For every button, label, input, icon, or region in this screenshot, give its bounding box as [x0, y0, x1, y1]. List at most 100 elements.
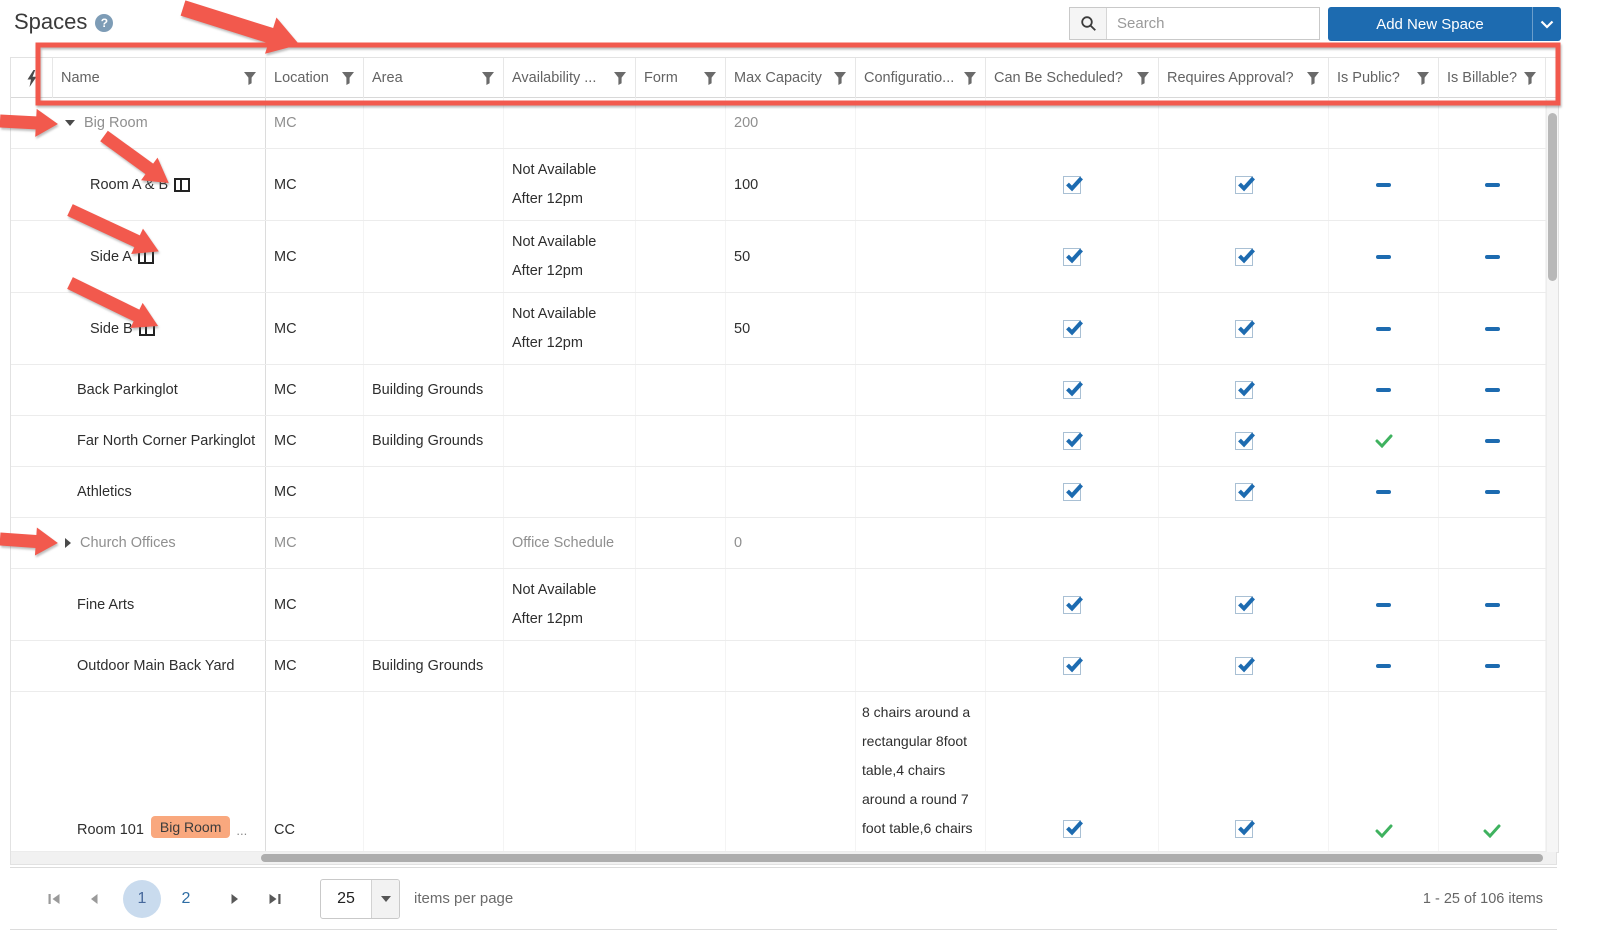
- table-row-athletics: Athletics MC: [11, 467, 1558, 518]
- table-row-side-b: Side B MC Not Available After 12pm 50: [11, 293, 1558, 365]
- filter-icon[interactable]: [481, 71, 495, 85]
- column-header-is-billable[interactable]: Is Billable?: [1439, 58, 1546, 98]
- availability-value: Not Available After 12pm: [512, 581, 597, 627]
- column-header-name[interactable]: Name: [53, 58, 266, 98]
- name-cell[interactable]: Big Room: [53, 98, 266, 148]
- filter-icon[interactable]: [1416, 71, 1430, 85]
- requires-approval-cell: [1159, 98, 1329, 148]
- checkbox-checked[interactable]: [1234, 319, 1255, 338]
- filter-icon[interactable]: [1523, 71, 1537, 85]
- row-handle-cell: [11, 221, 53, 292]
- space-name: Side B: [90, 320, 133, 337]
- table-row-room-a-b: Room A & B MC Not Available After 12pm 100: [11, 149, 1558, 221]
- form-cell: [636, 641, 726, 691]
- filter-icon[interactable]: [963, 71, 977, 85]
- requires-approval-cell: [1159, 569, 1329, 640]
- form-cell: [636, 416, 726, 466]
- previous-page-button[interactable]: [74, 892, 114, 906]
- configuration-cell: [856, 416, 986, 466]
- name-cell[interactable]: Side B: [53, 293, 266, 364]
- checkbox-checked[interactable]: [1063, 820, 1083, 838]
- add-new-space-button[interactable]: Add New Space: [1328, 7, 1532, 41]
- checkbox-checked[interactable]: [1063, 247, 1083, 266]
- location-cell: MC: [266, 518, 364, 568]
- name-cell[interactable]: Fine Arts: [53, 569, 266, 640]
- name-cell[interactable]: Back Parkinglot: [53, 365, 266, 415]
- configuration-value: 8 chairs around a rectangular 8foot tabl…: [862, 704, 973, 836]
- name-cell[interactable]: Side A: [53, 221, 266, 292]
- column-header-configuratio[interactable]: Configuratio...: [856, 58, 986, 98]
- checkbox-checked[interactable]: [1234, 595, 1255, 614]
- column-header-can-be-scheduled[interactable]: Can Be Scheduled?: [986, 58, 1159, 98]
- name-cell[interactable]: Athletics: [53, 467, 266, 517]
- filter-icon[interactable]: [1136, 71, 1150, 85]
- table-row-big-room: Big Room MC 200: [11, 98, 1558, 149]
- column-header-form[interactable]: Form: [636, 58, 726, 98]
- green-check-icon: [1375, 824, 1392, 838]
- first-page-button[interactable]: [34, 892, 74, 906]
- search-input[interactable]: [1107, 8, 1319, 39]
- page-button-2[interactable]: 2: [167, 880, 205, 918]
- column-header-is-public[interactable]: Is Public?: [1329, 58, 1439, 98]
- checkbox-checked[interactable]: [1063, 175, 1083, 194]
- page-size-arrow[interactable]: [371, 879, 399, 918]
- checkbox-checked[interactable]: [1234, 820, 1255, 838]
- table-row-back-parkinglot: Back Parkinglot MC Building Grounds: [11, 365, 1558, 416]
- filter-icon[interactable]: [703, 71, 717, 85]
- name-cell[interactable]: Far North Corner Parkinglot: [53, 416, 266, 466]
- name-cell[interactable]: Room 101 Big Room...: [53, 692, 266, 851]
- checkbox-checked[interactable]: [1234, 381, 1255, 399]
- last-page-icon: [269, 893, 280, 904]
- column-header-max-capacity[interactable]: Max Capacity: [726, 58, 856, 98]
- checkbox-checked[interactable]: [1063, 319, 1083, 338]
- page-number-list: 12: [120, 879, 208, 918]
- is-public-cell: [1329, 569, 1439, 640]
- grid-header-row: Name Location Area Availability ... Form Max …: [11, 58, 1558, 98]
- checkbox-checked[interactable]: [1234, 432, 1255, 450]
- column-label: Availability ...: [512, 70, 597, 86]
- checkbox-checked[interactable]: [1234, 657, 1255, 675]
- expand-toggle-icon[interactable]: [65, 538, 71, 548]
- area-cell: [364, 293, 504, 364]
- filter-icon[interactable]: [833, 71, 847, 85]
- page-button-1[interactable]: 1: [123, 879, 161, 918]
- checkbox-checked[interactable]: [1063, 432, 1083, 450]
- checkbox-checked[interactable]: [1234, 175, 1255, 194]
- last-page-button[interactable]: [254, 892, 294, 906]
- checkbox-checked[interactable]: [1234, 247, 1255, 266]
- filter-icon[interactable]: [613, 71, 627, 85]
- checkbox-checked[interactable]: [1063, 381, 1083, 399]
- checkbox-checked[interactable]: [1234, 483, 1255, 501]
- name-cell[interactable]: Room A & B: [53, 149, 266, 220]
- column-header-availability[interactable]: Availability ...: [504, 58, 636, 98]
- page-size-dropdown[interactable]: 25: [320, 878, 400, 919]
- filter-icon[interactable]: [341, 71, 355, 85]
- is-public-cell: [1329, 692, 1439, 851]
- add-new-space-dropdown[interactable]: [1532, 7, 1561, 41]
- next-page-button[interactable]: [214, 892, 254, 906]
- filter-icon[interactable]: [1306, 71, 1320, 85]
- space-name: Room 101: [77, 822, 144, 838]
- horizontal-scrollbar-thumb[interactable]: [261, 854, 1543, 862]
- vertical-scrollbar-thumb[interactable]: [1548, 113, 1557, 281]
- requires-approval-cell: [1159, 641, 1329, 691]
- configuration-cell: [856, 365, 986, 415]
- vertical-scrollbar[interactable]: [1546, 99, 1558, 852]
- name-cell[interactable]: Church Offices: [53, 518, 266, 568]
- column-header-requires-approval[interactable]: Requires Approval?: [1159, 58, 1329, 98]
- help-icon[interactable]: ?: [95, 14, 114, 32]
- max-capacity-cell: 100: [726, 149, 856, 220]
- name-cell[interactable]: Outdoor Main Back Yard: [53, 641, 266, 691]
- checkbox-checked[interactable]: [1063, 595, 1083, 614]
- filter-icon[interactable]: [243, 71, 257, 85]
- checkbox-checked[interactable]: [1063, 483, 1083, 501]
- column-header-area[interactable]: Area: [364, 58, 504, 98]
- can-be-scheduled-cell: [986, 293, 1159, 364]
- configuration-cell: 8 chairs around a rectangular 8foot tabl…: [856, 692, 986, 851]
- collapse-toggle-icon[interactable]: [65, 120, 75, 126]
- checkbox-checked[interactable]: [1063, 657, 1083, 675]
- area-cell: [364, 467, 504, 517]
- max-capacity-value: 0: [734, 535, 743, 551]
- column-header-location[interactable]: Location: [266, 58, 364, 98]
- horizontal-scrollbar[interactable]: [10, 852, 1557, 865]
